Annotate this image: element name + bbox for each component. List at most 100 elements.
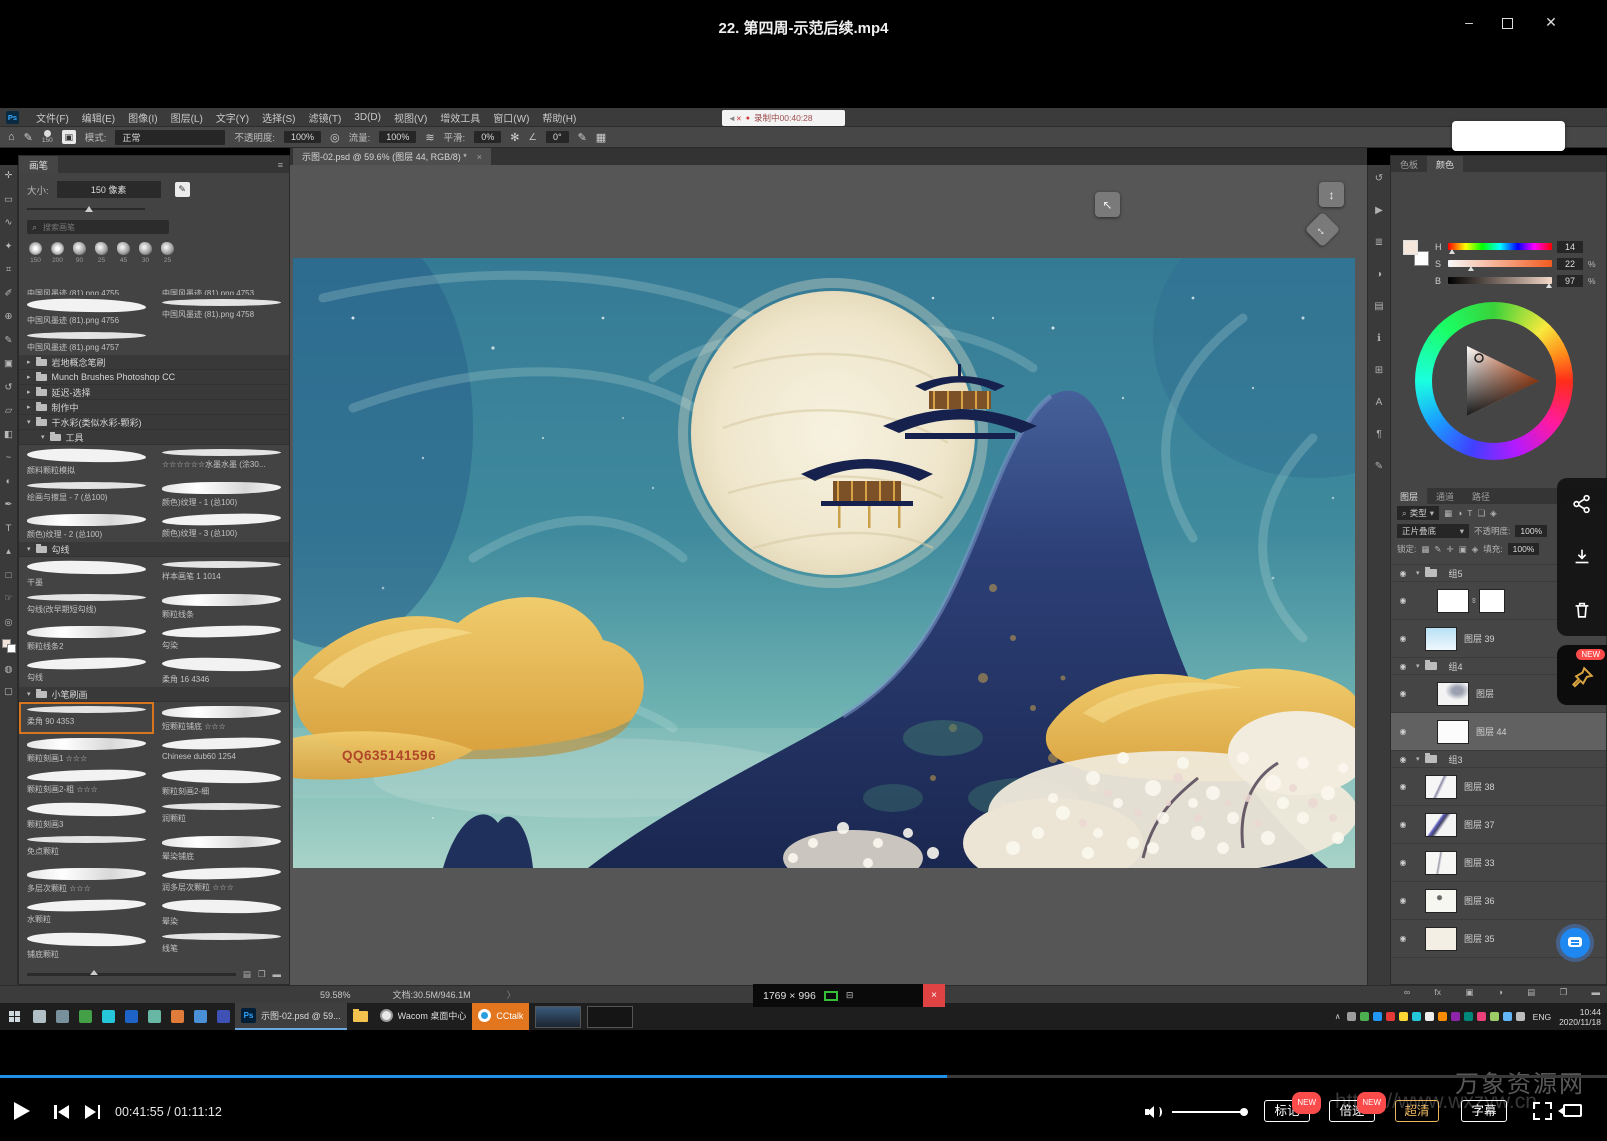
caret-icon[interactable]: ▾ [1416,755,1420,763]
panel-actions-icon[interactable]: ▶ [1375,205,1383,216]
subtitle-button[interactable]: 字幕 [1461,1100,1507,1122]
share-icon[interactable] [1571,493,1593,515]
visibility-eye-icon[interactable]: ◉ [1395,596,1411,605]
panel-brush-settings-icon[interactable]: ✎ [1375,461,1383,472]
zoom-level[interactable]: 59.58% [320,990,351,1000]
pinned-app-1[interactable] [33,1010,46,1023]
brush-item[interactable]: 颗粒线条2 [19,622,154,654]
layer-fill-value[interactable]: 100% [1508,543,1540,555]
filter-shape-layers-icon[interactable]: ❏ [1477,508,1485,519]
angle-value[interactable]: 0° [546,131,569,143]
tray-icon[interactable] [1373,1012,1382,1021]
panel-menu-icon[interactable]: ≡ [278,160,283,170]
gradient-tool[interactable]: ◧ [4,430,13,440]
recent-brush[interactable]: 25 [93,242,110,264]
marquee-tool[interactable]: ▭ [4,195,13,205]
taskbar-wacom[interactable]: Wacom 桌面中心 [374,1003,473,1030]
clone-stamp-tool[interactable]: ▣ [4,359,13,369]
visibility-eye-icon[interactable]: ◉ [1395,934,1411,943]
menu-item[interactable]: 文字(Y) [216,110,249,125]
opacity-value[interactable]: 100% [284,131,321,143]
panel-paragraph-icon[interactable]: ¶ [1376,429,1381,440]
mark-button[interactable]: 标记NEW [1264,1100,1310,1122]
visibility-eye-icon[interactable]: ◉ [1395,858,1411,867]
brush-tool-icon[interactable]: ✎ [24,131,33,144]
brush-item[interactable]: 勾线 [19,654,154,687]
start-button[interactable] [0,1003,28,1030]
eyedropper-tool[interactable]: ✐ [5,289,13,299]
visibility-eye-icon[interactable]: ◉ [1395,896,1411,905]
brush-folder-row[interactable]: ▾小笔刷画 [19,687,289,702]
filter-pixel-layers-icon[interactable]: ▦ [1444,508,1452,519]
delete-layer-icon[interactable]: ▬ [1591,987,1600,998]
tray-icon[interactable] [1516,1012,1525,1021]
brush-settings-toggle-icon[interactable]: ▣ [62,130,76,144]
maximize-button[interactable] [1502,18,1513,29]
recent-brush[interactable]: 30 [137,242,154,264]
brush-item[interactable]: 颗粒刻画3 [19,799,154,832]
lock-artboard-icon[interactable]: ▣ [1459,544,1467,555]
brush-item[interactable]: 绘画与擦显 - 7 (总100) [19,478,154,510]
new-group-icon[interactable]: ▤ [1527,987,1535,998]
speed-button[interactable]: 倍速NEW [1329,1100,1375,1122]
pinned-app-5[interactable] [125,1010,138,1023]
pinned-app-3[interactable] [79,1010,92,1023]
brush-item[interactable]: 水颗粒 [19,896,154,929]
layers-tab[interactable]: 图层 [1391,488,1427,504]
lock-all-icon[interactable]: ◈ [1472,544,1479,555]
layer-group-row[interactable]: ◉▾组3 [1391,751,1606,768]
download-icon[interactable] [1571,546,1593,568]
layer-blend-mode-select[interactable]: 正片叠底▾ [1397,524,1469,538]
airbrush-icon[interactable]: ≋ [425,131,434,144]
smudge-tool[interactable]: ~ [6,453,12,463]
gear-icon[interactable]: ✻ [510,131,519,144]
tray-icon[interactable] [1438,1012,1447,1021]
pressure-opacity-icon[interactable]: ◎ [330,131,340,144]
blend-mode-select[interactable]: 正常 [115,130,225,145]
brush-item[interactable]: 干墨 [19,557,154,590]
menu-item[interactable]: 3D(D) [354,112,381,123]
brush-tool[interactable]: ✎ [5,336,13,346]
tray-icon[interactable] [1386,1012,1395,1021]
tray-icon[interactable] [1464,1012,1473,1021]
caret-icon[interactable]: ▾ [1416,662,1420,670]
adjustment-layer-icon[interactable]: ◑ [1498,987,1503,998]
previous-button[interactable] [54,1105,74,1119]
tray-icon[interactable] [1347,1012,1356,1021]
visibility-eye-icon[interactable]: ◉ [1395,569,1411,578]
panel-properties-icon[interactable]: ≣ [1375,237,1383,248]
overlay-expand-icon[interactable]: ↔ [1305,212,1340,247]
brush-item[interactable]: 线笔 [154,929,289,962]
brush-item[interactable]: 中国风墨迹 (81).png 4757 [19,328,154,355]
pinned-app-6[interactable] [148,1010,161,1023]
smoothing-value[interactable]: 0% [474,131,501,143]
filter-type-layers-icon[interactable]: T [1467,508,1472,519]
tray-icon[interactable] [1425,1012,1434,1021]
visibility-eye-icon[interactable]: ◉ [1395,727,1411,736]
panel-history-icon[interactable]: ↺ [1375,173,1383,184]
next-button[interactable] [80,1105,100,1119]
hue-slider[interactable]: H 14 [1435,238,1601,255]
brush-item[interactable]: 多层次颗粒 ☆☆☆ [19,864,154,896]
layer-row[interactable]: ◉图层 44 [1391,713,1606,751]
brush-folder-row[interactable]: ▾干水彩(类似水彩-颗彩) [19,415,289,430]
brush-item[interactable]: 短颗粒铺底 ☆☆☆ [154,702,289,734]
filter-smart-objects-icon[interactable]: ◈ [1490,508,1497,519]
shape-tool[interactable]: □ [6,571,12,581]
brush-item[interactable]: 中国风墨迹 (81).png 4753 [154,284,289,295]
new-layer-icon[interactable]: ❐ [1560,987,1568,998]
overlay-pan-icon[interactable]: ↖ [1095,192,1120,217]
brush-size-slider[interactable] [27,206,145,212]
brightness-slider[interactable]: B 97 % [1435,272,1601,289]
panel-adjustments-icon[interactable]: ◑ [1376,269,1382,280]
recent-brush[interactable]: 25 [159,242,176,264]
brush-item[interactable]: 颗粒线条 [154,590,289,622]
brush-item[interactable]: 晕染铺底 [154,832,289,864]
visibility-eye-icon[interactable]: ◉ [1395,820,1411,829]
taskbar-explorer-icon[interactable] [353,1011,368,1022]
capture-region-icon[interactable] [824,991,838,1001]
saturation-slider[interactable]: S 22 % [1435,255,1601,272]
video-progress-bar[interactable] [0,1075,1607,1078]
tray-icon[interactable] [1503,1012,1512,1021]
brushes-panel-tab[interactable]: 画笔 [19,156,58,173]
